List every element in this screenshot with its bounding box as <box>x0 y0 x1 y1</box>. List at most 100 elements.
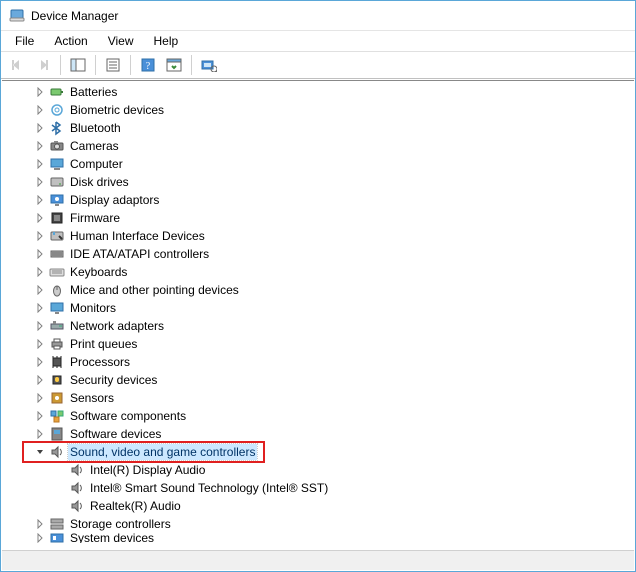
tree-node-label[interactable]: Network adapters <box>68 318 166 334</box>
chevron-right-icon[interactable] <box>32 336 48 352</box>
chevron-right-icon[interactable] <box>32 282 48 298</box>
tree-node-label[interactable]: Intel(R) Display Audio <box>88 462 207 478</box>
cpu-icon <box>49 354 65 370</box>
chevron-right-icon[interactable] <box>32 264 48 280</box>
tree-row[interactable]: Sensors <box>2 389 634 407</box>
svg-text:?: ? <box>146 61 151 72</box>
network-icon <box>49 318 65 334</box>
chevron-right-icon[interactable] <box>32 174 48 190</box>
tree-node-label[interactable]: System devices <box>68 533 156 543</box>
tree-row[interactable]: Disk drives <box>2 173 634 191</box>
action-button[interactable] <box>162 54 186 76</box>
tree-row[interactable]: Software components <box>2 407 634 425</box>
tree-row[interactable]: Security devices <box>2 371 634 389</box>
tree-row[interactable]: IDE ATA/ATAPI controllers <box>2 245 634 263</box>
tree-node-label[interactable]: Cameras <box>68 138 121 154</box>
chevron-right-icon[interactable] <box>32 156 48 172</box>
tree-node-label[interactable]: Software components <box>68 408 188 424</box>
chevron-right-icon[interactable] <box>32 408 48 424</box>
tree-row[interactable]: Keyboards <box>2 263 634 281</box>
tree-node-label[interactable]: Storage controllers <box>68 516 173 532</box>
tree-content-area[interactable]: Batteries Biometric devices Bluetooth Camer… <box>2 80 634 550</box>
tree-row[interactable]: Cameras <box>2 137 634 155</box>
tree-node-label[interactable]: Batteries <box>68 84 119 100</box>
tree-node-label[interactable]: Firmware <box>68 210 122 226</box>
help-button[interactable]: ? <box>136 54 160 76</box>
chevron-right-icon[interactable] <box>32 426 48 442</box>
tree-node-label[interactable]: Software devices <box>68 426 163 442</box>
toolbar-separator <box>191 55 192 75</box>
chevron-right-icon[interactable] <box>32 192 48 208</box>
tree-node-label[interactable]: Processors <box>68 354 132 370</box>
tree-node-label[interactable]: Intel® Smart Sound Technology (Intel® SS… <box>88 480 330 496</box>
tree-node-label[interactable]: Human Interface Devices <box>68 228 207 244</box>
chevron-right-icon[interactable] <box>32 390 48 406</box>
chevron-right-icon[interactable] <box>32 210 48 226</box>
tree-row[interactable]: Sound, video and game controllers <box>2 443 634 461</box>
storage-icon <box>49 516 65 532</box>
chevron-right-icon[interactable] <box>32 84 48 100</box>
chevron-right-icon[interactable] <box>32 318 48 334</box>
tree-node-label[interactable]: Disk drives <box>68 174 131 190</box>
chevron-right-icon[interactable] <box>32 372 48 388</box>
chevron-right-icon <box>52 498 68 514</box>
security-icon <box>49 372 65 388</box>
tree-node-label[interactable]: Mice and other pointing devices <box>68 282 241 298</box>
tree-node-label[interactable]: Security devices <box>68 372 159 388</box>
tree-row[interactable]: Print queues <box>2 335 634 353</box>
properties-button[interactable] <box>101 54 125 76</box>
tree-row[interactable]: Network adapters <box>2 317 634 335</box>
tree-row[interactable]: Storage controllers <box>2 515 634 533</box>
statusbar <box>2 550 634 570</box>
device-tree: Batteries Biometric devices Bluetooth Camer… <box>2 81 634 550</box>
scan-hardware-button[interactable] <box>197 54 221 76</box>
tree-row[interactable]: Software devices <box>2 425 634 443</box>
tree-row[interactable]: Processors <box>2 353 634 371</box>
chevron-right-icon[interactable] <box>32 246 48 262</box>
menu-help[interactable]: Help <box>146 33 187 49</box>
tree-node-label[interactable]: Sensors <box>68 390 116 406</box>
tree-row[interactable]: Monitors <box>2 299 634 317</box>
tree-node-label[interactable]: Monitors <box>68 300 118 316</box>
tree-row[interactable]: System devices <box>2 533 634 543</box>
chevron-right-icon[interactable] <box>32 138 48 154</box>
tree-node-label[interactable]: Display adaptors <box>68 192 161 208</box>
tree-node-label[interactable]: Print queues <box>68 336 139 352</box>
tree-row[interactable]: Human Interface Devices <box>2 227 634 245</box>
tree-node-label[interactable]: Computer <box>68 156 125 172</box>
chevron-right-icon[interactable] <box>32 300 48 316</box>
chevron-right-icon[interactable] <box>32 102 48 118</box>
tree-row[interactable]: Realtek(R) Audio <box>2 497 634 515</box>
chevron-right-icon[interactable] <box>32 516 48 532</box>
menu-file[interactable]: File <box>7 33 42 49</box>
tree-node-label[interactable]: IDE ATA/ATAPI controllers <box>68 246 211 262</box>
swdev-icon <box>49 426 65 442</box>
tree-row[interactable]: Intel(R) Display Audio <box>2 461 634 479</box>
tree-row[interactable]: Intel® Smart Sound Technology (Intel® SS… <box>2 479 634 497</box>
tree-node-label[interactable]: Keyboards <box>68 264 129 280</box>
chevron-right-icon[interactable] <box>32 120 48 136</box>
disk-icon <box>49 174 65 190</box>
tree-node-label[interactable]: Sound, video and game controllers <box>68 444 257 460</box>
show-hide-tree-button[interactable] <box>66 54 90 76</box>
toolbar: ? <box>1 51 635 79</box>
tree-row[interactable]: Batteries <box>2 83 634 101</box>
battery-icon <box>49 84 65 100</box>
chevron-right-icon[interactable] <box>32 228 48 244</box>
tree-row[interactable]: Firmware <box>2 209 634 227</box>
tree-row[interactable]: Computer <box>2 155 634 173</box>
tree-row[interactable]: Biometric devices <box>2 101 634 119</box>
chevron-right-icon[interactable] <box>32 354 48 370</box>
tree-node-label[interactable]: Biometric devices <box>68 102 166 118</box>
menu-action[interactable]: Action <box>46 33 95 49</box>
tree-row[interactable]: Display adaptors <box>2 191 634 209</box>
tree-node-label[interactable]: Bluetooth <box>68 120 123 136</box>
tree-row[interactable]: Bluetooth <box>2 119 634 137</box>
tree-row[interactable]: Mice and other pointing devices <box>2 281 634 299</box>
chevron-right-icon[interactable] <box>32 533 48 543</box>
chevron-right-icon <box>52 462 68 478</box>
menu-view[interactable]: View <box>100 33 142 49</box>
sensor-icon <box>49 390 65 406</box>
chevron-down-icon[interactable] <box>32 444 48 460</box>
tree-node-label[interactable]: Realtek(R) Audio <box>88 498 183 514</box>
